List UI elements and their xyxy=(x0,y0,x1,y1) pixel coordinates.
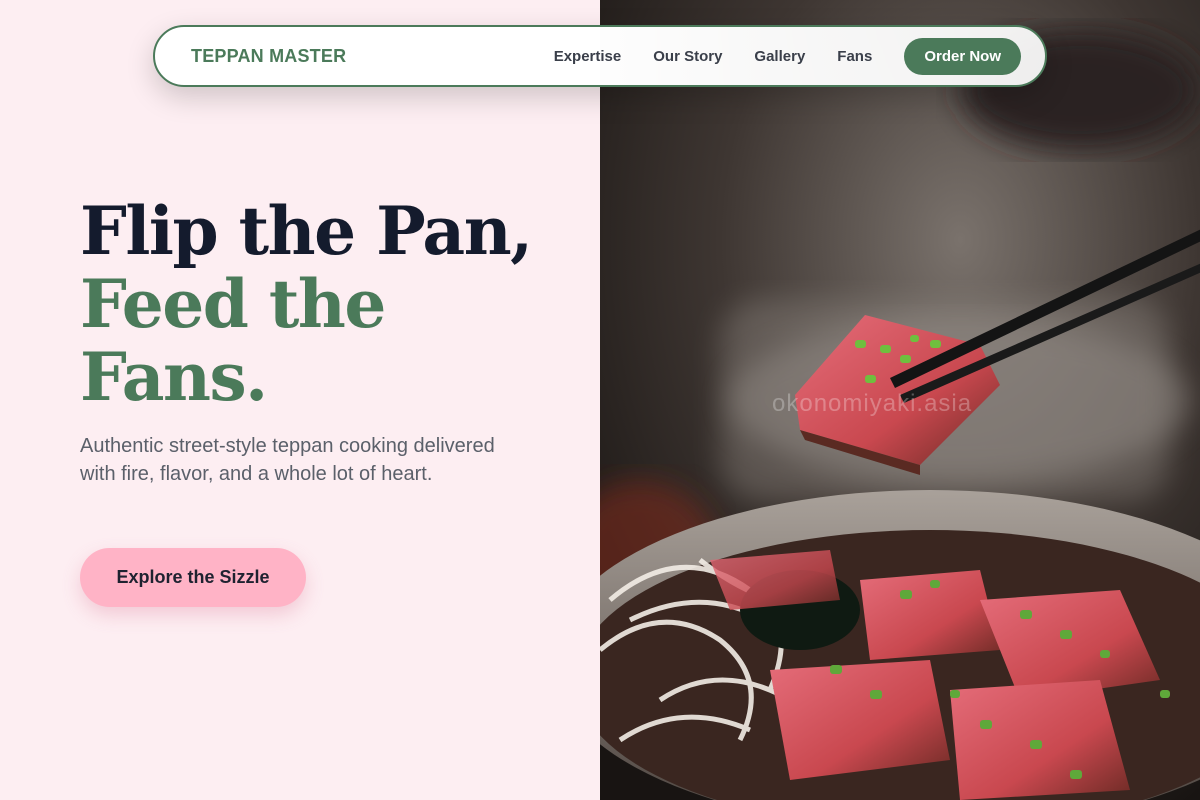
hero-image: okonomiyaki.asia xyxy=(600,0,1200,800)
nav-link-gallery[interactable]: Gallery xyxy=(754,48,805,65)
explore-button[interactable]: Explore the Sizzle xyxy=(80,548,306,607)
brand-logo[interactable]: TEPPAN MASTER xyxy=(191,46,346,67)
hero-title-line2: Feed the Fans. xyxy=(80,265,386,416)
hero-title-line1: Flip the Pan, xyxy=(80,192,533,270)
image-watermark: okonomiyaki.asia xyxy=(772,390,973,417)
hero-title: Flip the Pan, Feed the Fans. xyxy=(80,192,533,416)
order-now-button[interactable]: Order Now xyxy=(904,37,1021,75)
top-navbar: TEPPAN MASTER Expertise Our Story Galler… xyxy=(153,25,1047,87)
nav-links: Expertise Our Story Gallery Fans Order N… xyxy=(554,37,1021,75)
hero-subtitle: Authentic street-style teppan cooking de… xyxy=(80,435,495,485)
nav-link-fans[interactable]: Fans xyxy=(837,48,872,65)
nav-link-our-story[interactable]: Our Story xyxy=(653,48,722,65)
nav-link-expertise[interactable]: Expertise xyxy=(554,48,622,65)
